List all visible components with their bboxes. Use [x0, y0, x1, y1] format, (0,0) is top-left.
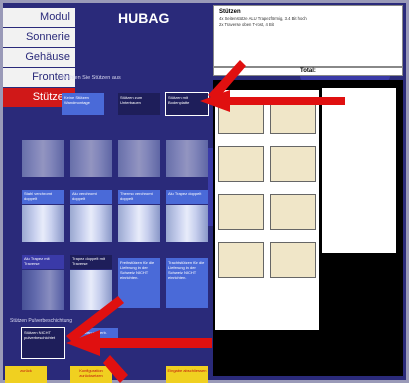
support-option-label[interactable]: Alu Trapez doppelt: [166, 190, 208, 204]
cabinet-column: [215, 90, 267, 330]
nav-item-sonnerie[interactable]: Sonnerie: [3, 28, 75, 47]
option-base-plate-button[interactable]: Stützen mit Bodenplatte: [165, 92, 209, 116]
support-option-image[interactable]: [70, 205, 112, 242]
support-option-label[interactable]: Alu Trapez mit Traverse: [22, 255, 64, 269]
cabinet-cell: [270, 98, 316, 134]
nav-item-gehaeuse[interactable]: Gehäuse: [3, 48, 75, 67]
finish-button[interactable]: Eingabe abschliessen: [166, 366, 208, 383]
cabinet-column: [267, 90, 319, 330]
powder-yes-button[interactable]: Stützen pulverb.: [76, 328, 118, 338]
summary-title: Stützen: [219, 9, 241, 15]
powder-section-label: Stützen Pulverbeschichtung: [10, 318, 72, 324]
cabinet-cell: [270, 242, 316, 278]
brand-logo: HUBAG: [118, 10, 170, 26]
support-option-image[interactable]: [166, 140, 208, 177]
summary-panel: Stützen 4x Seitenstütze ALU Trapezförmig…: [213, 5, 403, 67]
selection-prompt: Wählen Sie Stützen aus: [62, 75, 121, 81]
note-freestanding: Freihstützen für die Lieferung in der Sc…: [118, 258, 160, 308]
support-option-image[interactable]: [22, 140, 64, 177]
support-option-label[interactable]: Trapez doppelt mit Traverse: [70, 255, 112, 269]
support-option-label[interactable]: Thermo verchromt doppelt: [118, 190, 160, 204]
support-option-image[interactable]: [118, 140, 160, 177]
cabinet-cell: [218, 194, 264, 230]
note-tracht: Trachtstützen für die Lieferung in der S…: [166, 258, 208, 308]
cabinet-cell: [270, 146, 316, 182]
option-underbuild-button[interactable]: Stützen zum Unterbauen: [118, 93, 160, 115]
support-option-image[interactable]: [70, 270, 112, 310]
summary-line: 4x Seitenstütze ALU Trapezförmig, 3.4 Bi…: [219, 16, 307, 21]
side-panel-preview: [322, 88, 396, 253]
support-option-label[interactable]: Stahl verchromt doppelt: [22, 190, 64, 204]
support-option-image[interactable]: [22, 205, 64, 242]
cabinet-cell: [218, 98, 264, 134]
support-option-image[interactable]: [166, 205, 208, 242]
support-option-label[interactable]: Alu verchromt doppelt: [70, 190, 112, 204]
cabinet-cell: [218, 146, 264, 182]
powder-none-button[interactable]: Stützen NICHT pulverbeschichtet: [21, 327, 65, 359]
cabinet-cell: [270, 194, 316, 230]
summary-line: 2x Traverse oben T-rost, 4 Bit: [219, 22, 274, 27]
reset-button[interactable]: Konfiguration zurücksetzen: [70, 366, 112, 383]
back-button[interactable]: zurück: [5, 366, 47, 383]
support-option-image[interactable]: [22, 270, 64, 310]
support-option-image[interactable]: [70, 140, 112, 177]
nav-item-modul[interactable]: Modul: [3, 8, 75, 27]
cabinet-cell: [218, 242, 264, 278]
support-option-image[interactable]: [118, 205, 160, 242]
option-no-supports-button[interactable]: Keine Stützen Wandmontage: [62, 93, 104, 115]
total-label: Total:: [213, 67, 403, 76]
